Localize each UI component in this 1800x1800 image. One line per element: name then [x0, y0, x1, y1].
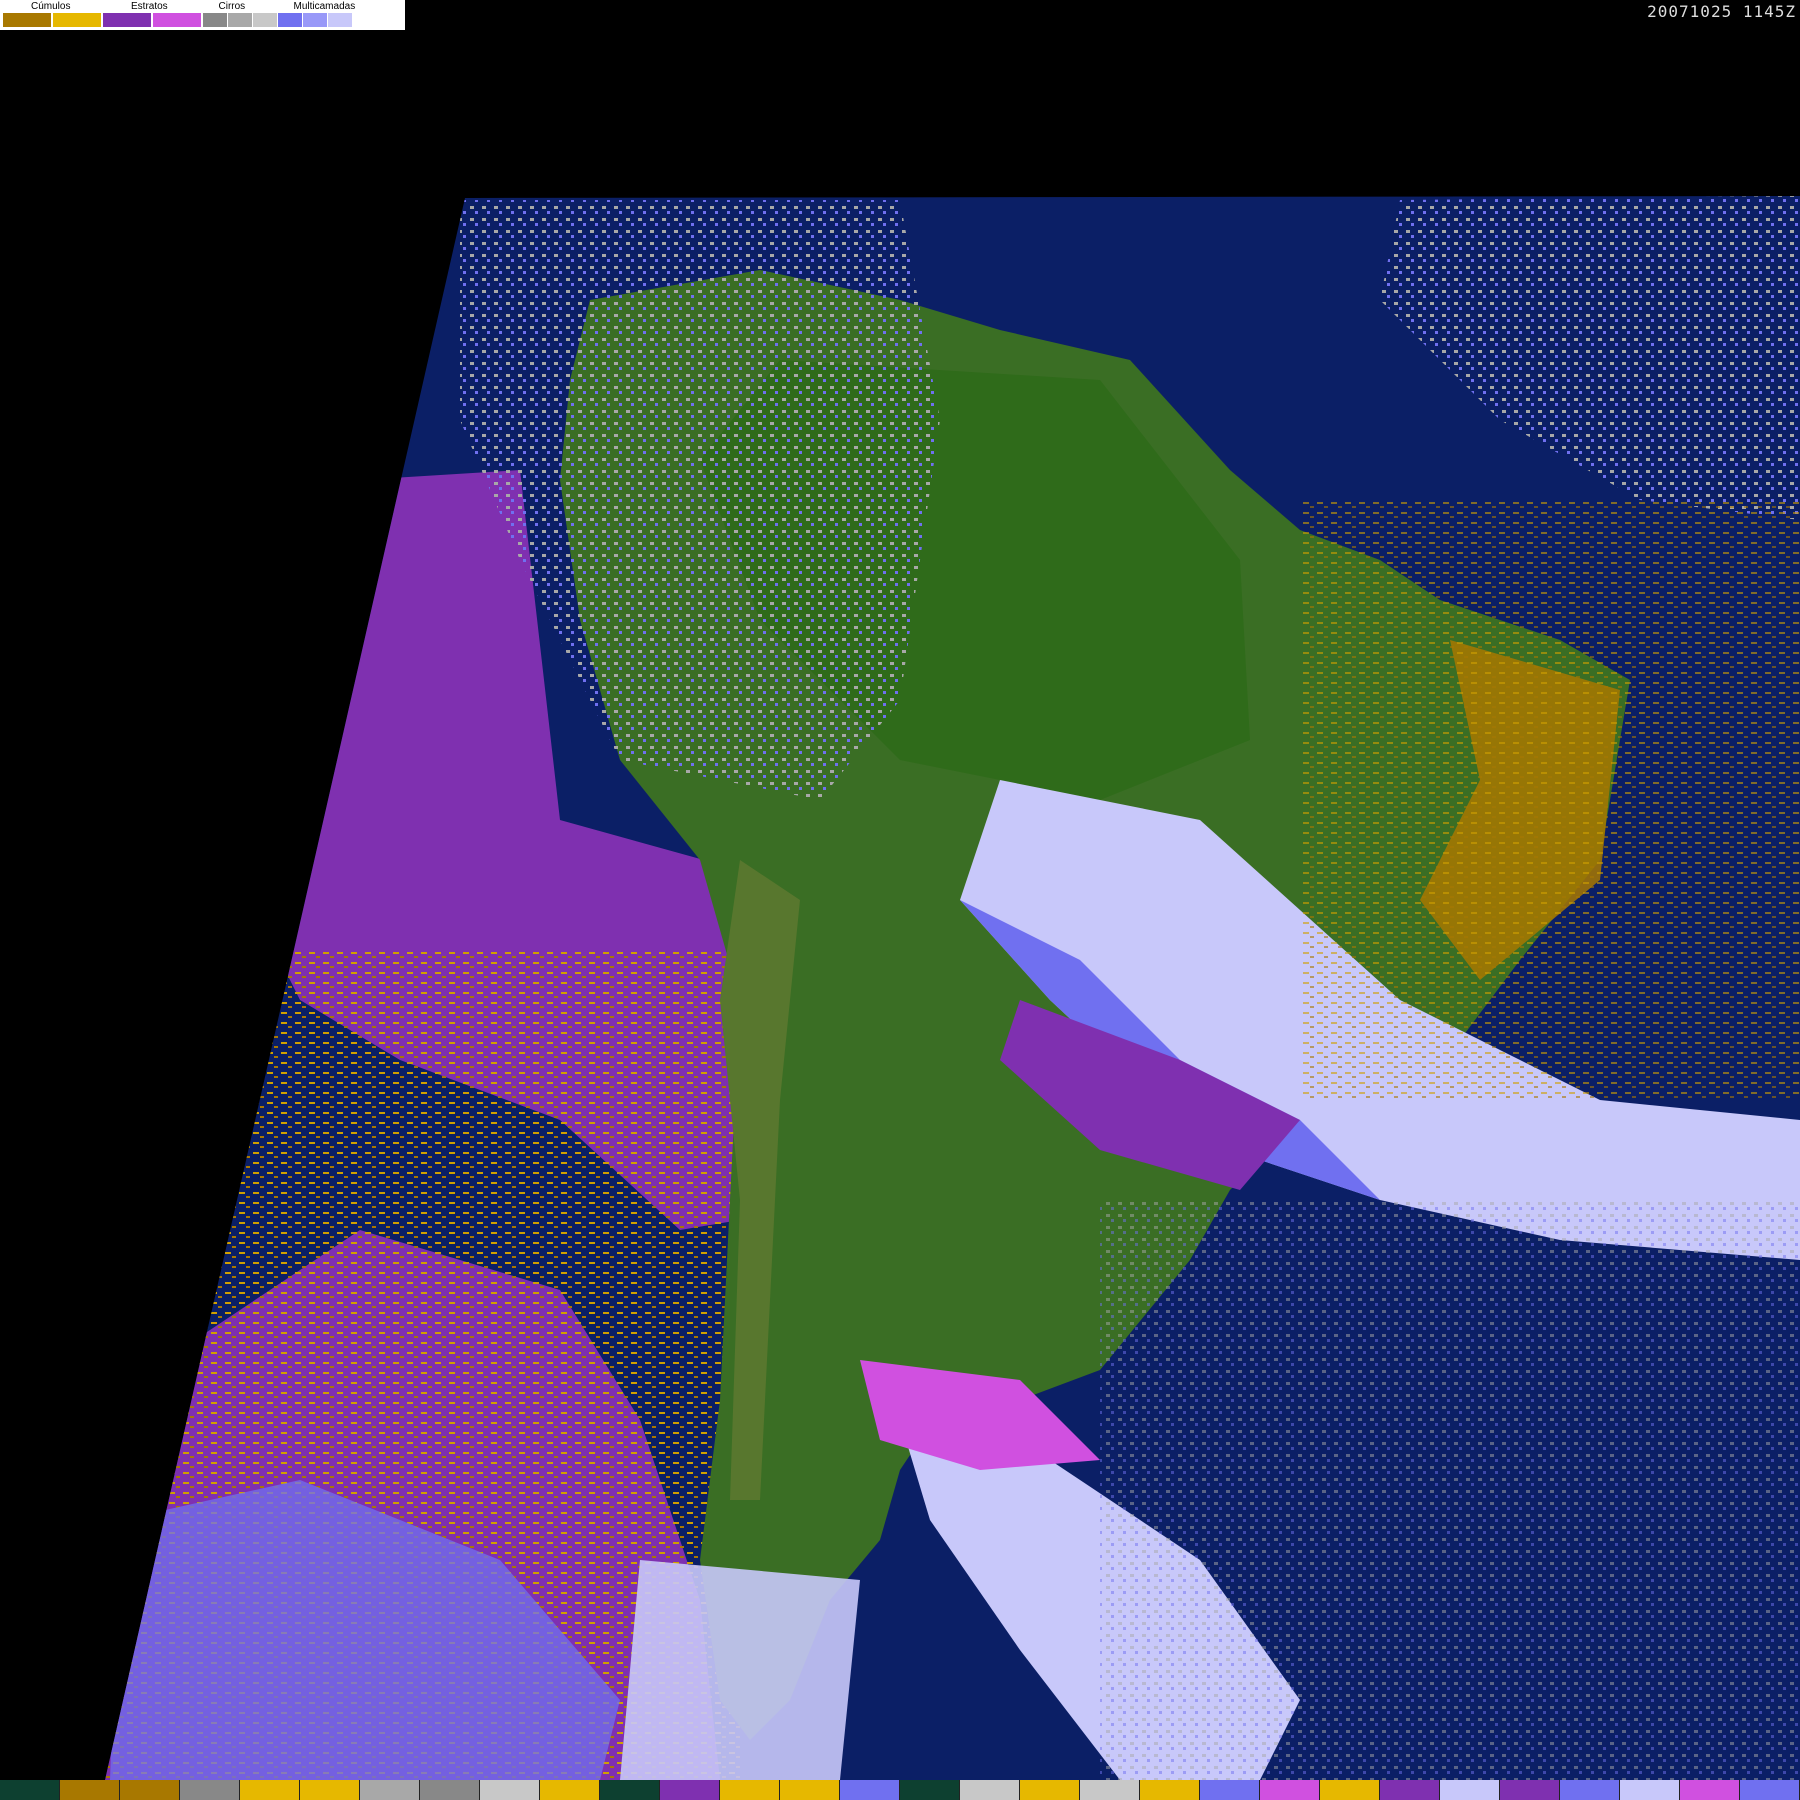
color-index-cell — [1560, 1780, 1620, 1800]
legend-swatch — [253, 13, 277, 27]
color-index-cell — [240, 1780, 300, 1800]
color-index-cell — [420, 1780, 480, 1800]
color-index-cell — [0, 1780, 60, 1800]
color-index-cell — [60, 1780, 120, 1800]
color-index-cell — [720, 1780, 780, 1800]
color-index-cell — [1380, 1780, 1440, 1800]
legend-label: Estratos — [131, 1, 168, 12]
color-index-bar — [0, 1780, 1800, 1800]
atlantic-cumulus-speckle — [1300, 500, 1800, 1100]
legend-swatch — [53, 13, 101, 27]
legend-label: Cúmulos — [31, 1, 71, 12]
color-index-cell — [540, 1780, 600, 1800]
color-index-cell — [900, 1780, 960, 1800]
color-index-cell — [1140, 1780, 1200, 1800]
color-index-cell — [1260, 1780, 1320, 1800]
color-index-cell — [1740, 1780, 1800, 1800]
color-index-cell — [1680, 1780, 1740, 1800]
color-index-cell — [780, 1780, 840, 1800]
legend-swatch — [153, 13, 201, 27]
legend-label: Multicamadas — [293, 1, 356, 12]
color-index-cell — [300, 1780, 360, 1800]
color-index-cell — [1020, 1780, 1080, 1800]
color-index-cell — [1500, 1780, 1560, 1800]
legend-swatch — [3, 13, 51, 27]
color-index-cell — [360, 1780, 420, 1800]
cloud-classification-map — [105, 196, 1800, 1780]
legend-swatch — [278, 13, 302, 27]
color-index-cell — [180, 1780, 240, 1800]
color-index-cell — [1200, 1780, 1260, 1800]
color-index-cell — [660, 1780, 720, 1800]
legend-swatch — [203, 13, 227, 27]
south-atlantic-speckle — [1100, 1200, 1800, 1780]
satellite-map — [0, 0, 1800, 1780]
legend-swatch — [303, 13, 327, 27]
color-index-cell — [1320, 1780, 1380, 1800]
color-index-cell — [600, 1780, 660, 1800]
legend-swatch — [328, 13, 352, 27]
legend-swatch — [228, 13, 252, 27]
color-index-cell — [120, 1780, 180, 1800]
bottom-multilayer-patch — [620, 1560, 860, 1780]
timestamp: 20071025 1145Z — [1647, 2, 1796, 21]
color-index-cell — [480, 1780, 540, 1800]
legend-label: Cirros — [218, 1, 246, 12]
legend-panel: Cúmulos Estratos Cirros Multicamadas — [0, 0, 405, 30]
color-index-cell — [1620, 1780, 1680, 1800]
legend-swatch — [103, 13, 151, 27]
color-index-cell — [1440, 1780, 1500, 1800]
color-index-cell — [1080, 1780, 1140, 1800]
color-index-cell — [960, 1780, 1020, 1800]
color-index-cell — [840, 1780, 900, 1800]
